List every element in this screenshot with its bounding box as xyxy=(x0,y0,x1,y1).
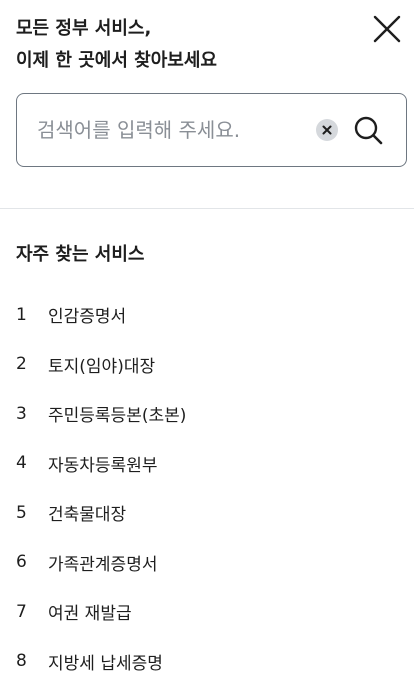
search-box xyxy=(16,93,407,167)
list-item[interactable]: 3 주민등록등본(초본) xyxy=(16,389,406,439)
service-rank: 5 xyxy=(16,503,48,523)
page-header: 모든 정부 서비스, 이제 한 곳에서 찾아보세요 xyxy=(16,13,356,77)
search-button[interactable] xyxy=(352,114,384,146)
service-label: 토지(임야)대장 xyxy=(48,352,155,377)
popular-services-list: 1 인감증명서 2 토지(임야)대장 3 주민등록등본(초본) 4 자동차등록원… xyxy=(16,290,406,686)
service-rank: 8 xyxy=(16,651,48,671)
list-item[interactable]: 5 건축물대장 xyxy=(16,488,406,538)
popular-services-title: 자주 찾는 서비스 xyxy=(16,240,144,270)
list-item[interactable]: 7 여권 재발급 xyxy=(16,587,406,637)
section-divider xyxy=(0,208,414,209)
service-rank: 2 xyxy=(16,354,48,374)
close-icon xyxy=(370,12,404,46)
service-rank: 6 xyxy=(16,552,48,572)
header-title-line1: 모든 정부 서비스, xyxy=(16,13,356,45)
clear-button[interactable] xyxy=(316,119,338,141)
service-label: 인감증명서 xyxy=(48,302,126,327)
service-rank: 4 xyxy=(16,453,48,473)
service-label: 건축물대장 xyxy=(48,500,126,525)
list-item[interactable]: 1 인감증명서 xyxy=(16,290,406,340)
list-item[interactable]: 4 자동차등록원부 xyxy=(16,439,406,489)
service-label: 주민등록등본(초본) xyxy=(48,401,186,426)
service-rank: 3 xyxy=(16,404,48,424)
list-item[interactable]: 8 지방세 납세증명 xyxy=(16,637,406,686)
list-item[interactable]: 6 가족관계증명서 xyxy=(16,538,406,588)
clear-circle-icon xyxy=(316,119,338,141)
search-icon xyxy=(352,114,384,146)
close-button[interactable] xyxy=(370,12,404,46)
service-rank: 7 xyxy=(16,602,48,622)
service-label: 가족관계증명서 xyxy=(48,550,157,575)
list-item[interactable]: 2 토지(임야)대장 xyxy=(16,340,406,390)
service-label: 자동차등록원부 xyxy=(48,451,157,476)
header-title-line2: 이제 한 곳에서 찾아보세요 xyxy=(16,45,356,77)
service-label: 여권 재발급 xyxy=(48,599,132,624)
service-label: 지방세 납세증명 xyxy=(48,649,163,674)
search-input[interactable] xyxy=(37,94,307,166)
service-rank: 1 xyxy=(16,305,48,325)
